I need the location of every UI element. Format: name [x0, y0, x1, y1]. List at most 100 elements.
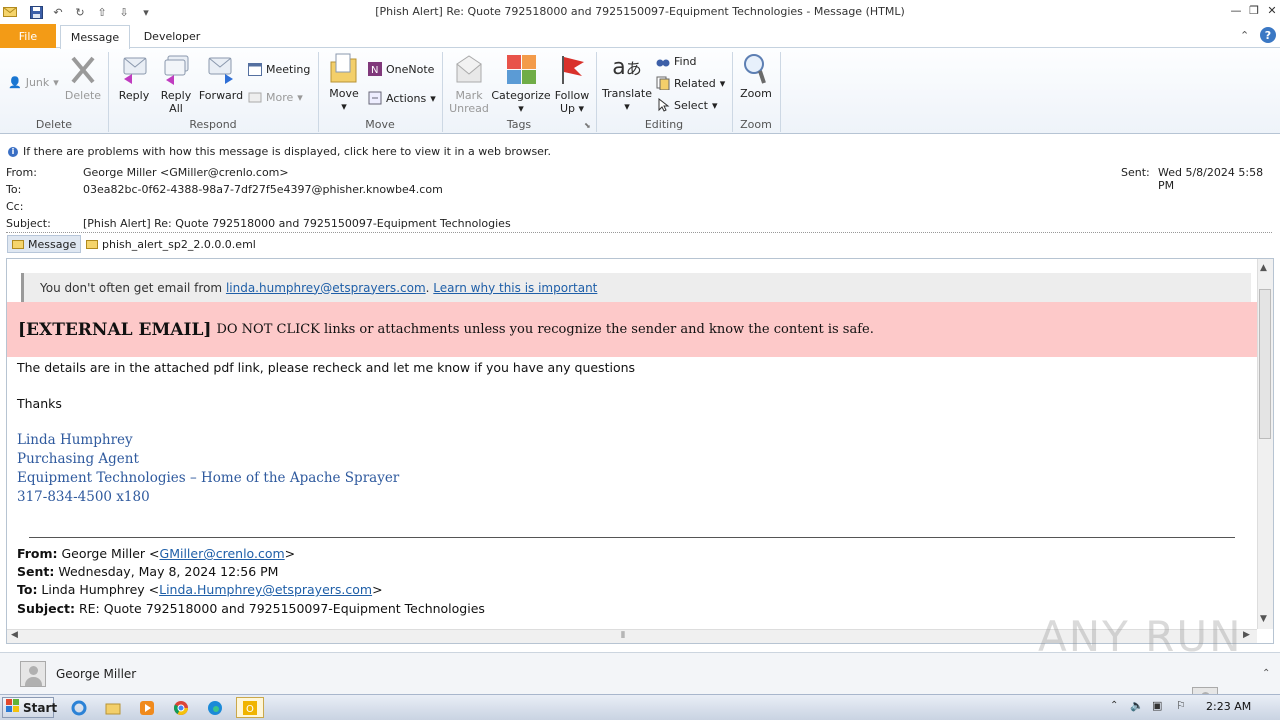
group-label-tags: Tags [506, 118, 532, 131]
group-label-move: Move [365, 118, 395, 131]
scroll-up-icon[interactable]: ▲ [1260, 263, 1267, 273]
translate-icon: aあ [612, 55, 642, 80]
reply-button[interactable]: Reply [116, 54, 152, 102]
body-line: The details are in the attached pdf link… [17, 360, 636, 375]
categorize-icon [505, 54, 537, 86]
quoted-from-email-link[interactable]: GMiller@crenlo.com [160, 546, 285, 561]
group-label-respond: Respond [189, 118, 237, 131]
onenote-button[interactable]: N OneNote [368, 62, 434, 76]
expand-people-pane-icon[interactable]: ⌃ [1262, 668, 1270, 679]
close-button[interactable]: ✕ [1262, 2, 1280, 18]
quoted-divider [29, 537, 1235, 538]
info-icon: i [8, 146, 18, 157]
group-label-editing: Editing [644, 118, 684, 131]
internet-explorer-icon[interactable] [68, 697, 90, 718]
envelope-icon [12, 239, 24, 249]
taskbar-clock[interactable]: 2:23 AM [1206, 700, 1251, 713]
scroll-grip-icon[interactable]: ⦀ [621, 631, 625, 641]
outlook-taskbar-icon[interactable]: O [236, 697, 264, 718]
dialog-launcher-icon[interactable]: ⬊ [584, 121, 591, 130]
zoom-button[interactable]: Zoom [738, 52, 774, 100]
collapse-ribbon-icon[interactable]: ⌃ [1240, 29, 1249, 42]
signature-name: Linda Humphrey [17, 432, 133, 448]
from-value[interactable]: George Miller <GMiller@crenlo.com> [83, 166, 289, 179]
move-button[interactable]: Move ▾ [326, 52, 362, 113]
reply-all-button[interactable]: Reply All [158, 54, 194, 115]
junk-button[interactable]: 👤 Junk ▾ [8, 76, 59, 89]
categorize-button[interactable]: Categorize ▾ [491, 54, 551, 115]
caution-sender-link[interactable]: linda.humphrey@etsprayers.com [226, 281, 426, 295]
first-contact-caution: You don't often get email from linda.hum… [21, 273, 1251, 302]
chrome-icon[interactable] [170, 697, 192, 718]
more-icon [248, 90, 262, 104]
minimize-button[interactable]: — [1226, 2, 1246, 18]
quoted-from: From: George Miller <GMiller@crenlo.com> [17, 546, 296, 561]
edge-icon[interactable] [204, 697, 226, 718]
tab-file[interactable]: File [0, 24, 56, 48]
restore-button[interactable]: ❐ [1244, 2, 1264, 18]
title-bar: ↶ ↻ ⇧ ⇩ ▾ [Phish Alert] Re: Quote 792518… [0, 0, 1280, 24]
avatar-icon[interactable] [20, 661, 46, 687]
quoted-to-email-link[interactable]: Linda.Humphrey@etsprayers.com [159, 582, 372, 597]
to-value[interactable]: 03ea82bc-0f62-4388-98a7-7df27f5e4397@phi… [83, 183, 443, 196]
actions-icon [368, 91, 382, 105]
translate-button[interactable]: aあ Translate ▾ [602, 52, 652, 113]
reply-icon [118, 54, 150, 86]
show-hidden-icons[interactable]: ⌃ [1110, 700, 1118, 711]
attachment-file[interactable]: phish_alert_sp2_2.0.0.0.eml [86, 236, 256, 252]
signature-title: Purchasing Agent [17, 451, 139, 467]
anyrun-watermark: ANY RUN [1038, 612, 1243, 661]
scroll-down-icon[interactable]: ▼ [1260, 614, 1267, 624]
signature-phone: 317-834-4500 x180 [17, 489, 150, 505]
actions-button[interactable]: Actions ▾ [368, 91, 436, 105]
tab-developer[interactable]: Developer [136, 25, 208, 47]
action-center-flag-icon[interactable]: ⚐ [1176, 699, 1186, 712]
signature-company: Equipment Technologies – Home of the Apa… [17, 470, 400, 486]
delete-button[interactable]: Delete [64, 54, 102, 102]
sent-label: Sent: [1121, 166, 1150, 179]
binoculars-icon [656, 54, 670, 68]
window-title: [Phish Alert] Re: Quote 792518000 and 79… [375, 5, 905, 18]
scroll-left-icon[interactable]: ◀ [11, 630, 18, 640]
from-label: From: [6, 166, 37, 179]
display-problem-infobar[interactable]: i If there are problems with how this me… [8, 145, 551, 158]
quoted-subject: Subject: RE: Quote 792518000 and 7925150… [17, 601, 485, 616]
mark-unread-button[interactable]: Mark Unread [448, 54, 490, 115]
start-button[interactable]: Start [2, 697, 57, 718]
magnifier-icon [740, 52, 772, 84]
tab-message[interactable]: Message [60, 25, 130, 49]
people-pane-name[interactable]: George Miller [56, 667, 136, 681]
scroll-right-icon[interactable]: ▶ [1243, 630, 1250, 640]
learn-why-link[interactable]: Learn why this is important [433, 281, 597, 295]
subject-label: Subject: [6, 217, 51, 230]
find-button[interactable]: Find [656, 54, 697, 68]
external-email-banner: [EXTERNAL EMAIL] DO NOT CLICK links or a… [7, 302, 1257, 357]
speaker-icon[interactable]: 🔈 [1130, 699, 1144, 712]
windows-logo-icon [6, 699, 20, 716]
calendar-icon [248, 62, 262, 76]
taskbar [0, 694, 1280, 720]
forward-button[interactable]: Forward [199, 54, 243, 102]
follow-up-flag-icon [556, 54, 588, 86]
delete-x-icon [67, 54, 99, 86]
help-icon[interactable]: ? [1260, 27, 1276, 43]
subject-value: [Phish Alert] Re: Quote 792518000 and 79… [83, 217, 511, 230]
follow-up-button[interactable]: Follow Up ▾ [552, 54, 592, 115]
cursor-icon [656, 97, 670, 112]
meeting-button[interactable]: Meeting [248, 62, 310, 76]
network-icon[interactable]: ▣ [1152, 699, 1162, 712]
file-explorer-icon[interactable] [102, 697, 124, 718]
select-button[interactable]: Select ▾ [656, 97, 717, 112]
media-player-icon[interactable] [136, 697, 158, 718]
ribbon-separator [780, 52, 781, 132]
more-respond-button[interactable]: More ▾ [248, 90, 303, 104]
vertical-scroll-thumb[interactable] [1259, 289, 1271, 439]
move-folder-icon [328, 52, 360, 84]
related-button[interactable]: Related ▾ [656, 76, 725, 91]
message-attachment-tab[interactable]: Message [7, 235, 82, 253]
onenote-icon: N [368, 62, 382, 76]
quoted-sent: Sent: Wednesday, May 8, 2024 12:56 PM [17, 564, 279, 579]
body-thanks: Thanks [17, 396, 62, 411]
svg-text:O: O [246, 704, 254, 715]
junk-icon: 👤 [8, 76, 22, 89]
